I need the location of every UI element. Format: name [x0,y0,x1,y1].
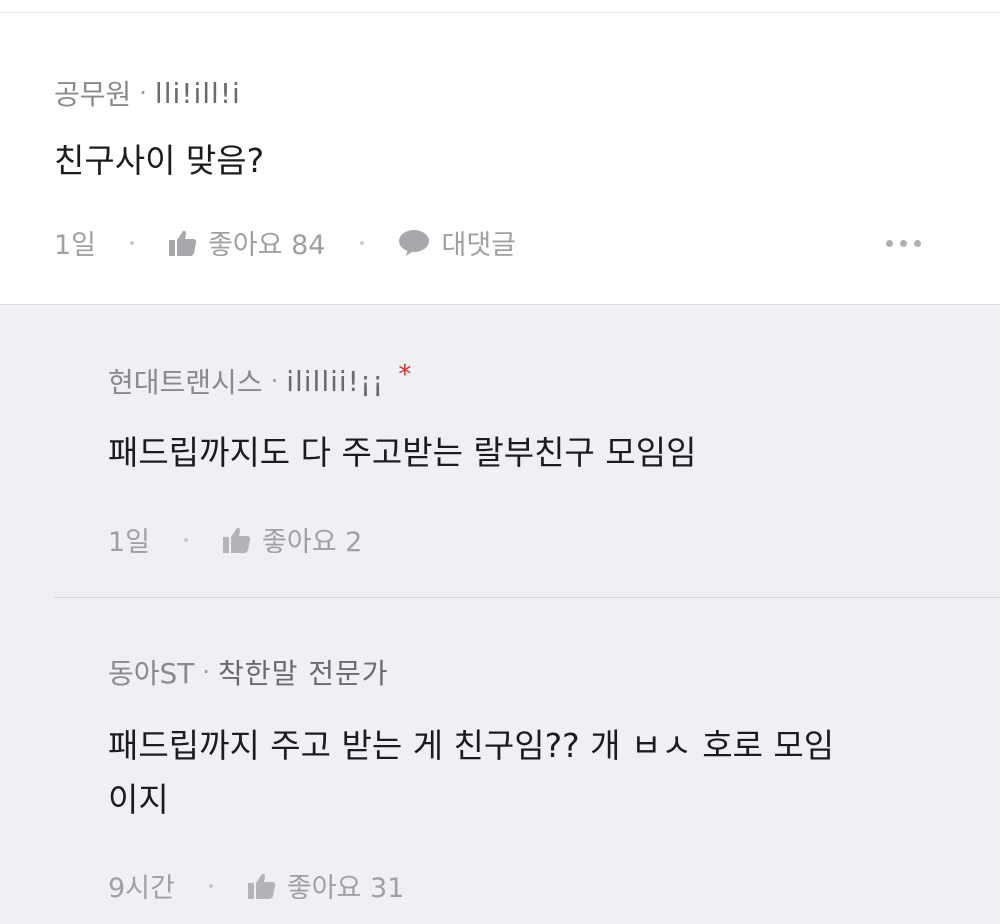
author-star-mark: * [398,360,412,390]
separator-dot [208,883,213,888]
comment-author[interactable]: 공무원 [54,73,131,113]
comment: 공무원 · lli!ill!i 친구사이 맞음? 1일 좋아요 84 대댓글 [0,13,1000,304]
reply-badge: ilillii!¡¡ [286,364,385,398]
comment-badge: lli!ill!i [154,76,241,110]
comment-text: 친구사이 맞음? [54,141,265,180]
reply-divider [54,597,1000,598]
more-options-icon[interactable] [886,240,921,247]
separator: · [270,367,279,395]
reply-text-line-1: 패드립까지 주고 받는 게 친구임?? 개 ㅂㅅ 호로 모임 [108,726,835,765]
reply-meta: 현대트랜시스 · ilillii!¡¡ * [108,360,412,401]
reply-actions: 9시간 좋아요 31 [108,866,404,905]
reply-text-line-2: 이지 [108,780,169,819]
speech-bubble-icon [398,229,429,256]
reply-time: 9시간 [108,873,175,904]
reply-button[interactable]: 대댓글 [398,223,517,262]
like-button[interactable]: 좋아요 2 [222,520,362,559]
reply-section: 현대트랜시스 · ilillii!¡¡ * 패드립까지도 다 주고받는 랄부친구… [0,304,1000,924]
comment-actions: 1일 좋아요 84 대댓글 [54,223,516,262]
like-count: 좋아요 31 [286,873,405,904]
reply-label: 대댓글 [441,230,517,261]
comment-meta: 공무원 · lli!ill!i [54,73,241,113]
like-count: 좋아요 84 [208,230,326,261]
reply-badge: 착한말 전문가 [218,657,389,690]
reply-text: 패드립까지도 다 주고받는 랄부친구 모임임 [108,433,697,472]
reply-meta: 동아ST · 착한말 전문가 [108,652,389,692]
like-button[interactable]: 좋아요 84 [168,223,326,262]
comment-time: 1일 [54,230,97,261]
thumbs-up-icon [169,230,197,256]
separator: · [139,79,147,107]
separator: · [202,658,211,686]
separator-dot [130,240,135,245]
thumbs-up-icon [223,527,251,553]
like-button[interactable]: 좋아요 31 [247,866,404,905]
like-count: 좋아요 2 [262,527,363,558]
separator-dot [359,240,364,245]
reply-time: 1일 [108,527,151,558]
reply-author[interactable]: 동아ST [108,652,194,692]
thumbs-up-icon [247,873,276,899]
reply-author[interactable]: 현대트랜시스 [108,361,263,401]
reply-actions: 1일 좋아요 2 [108,520,362,559]
separator-dot [184,537,189,542]
